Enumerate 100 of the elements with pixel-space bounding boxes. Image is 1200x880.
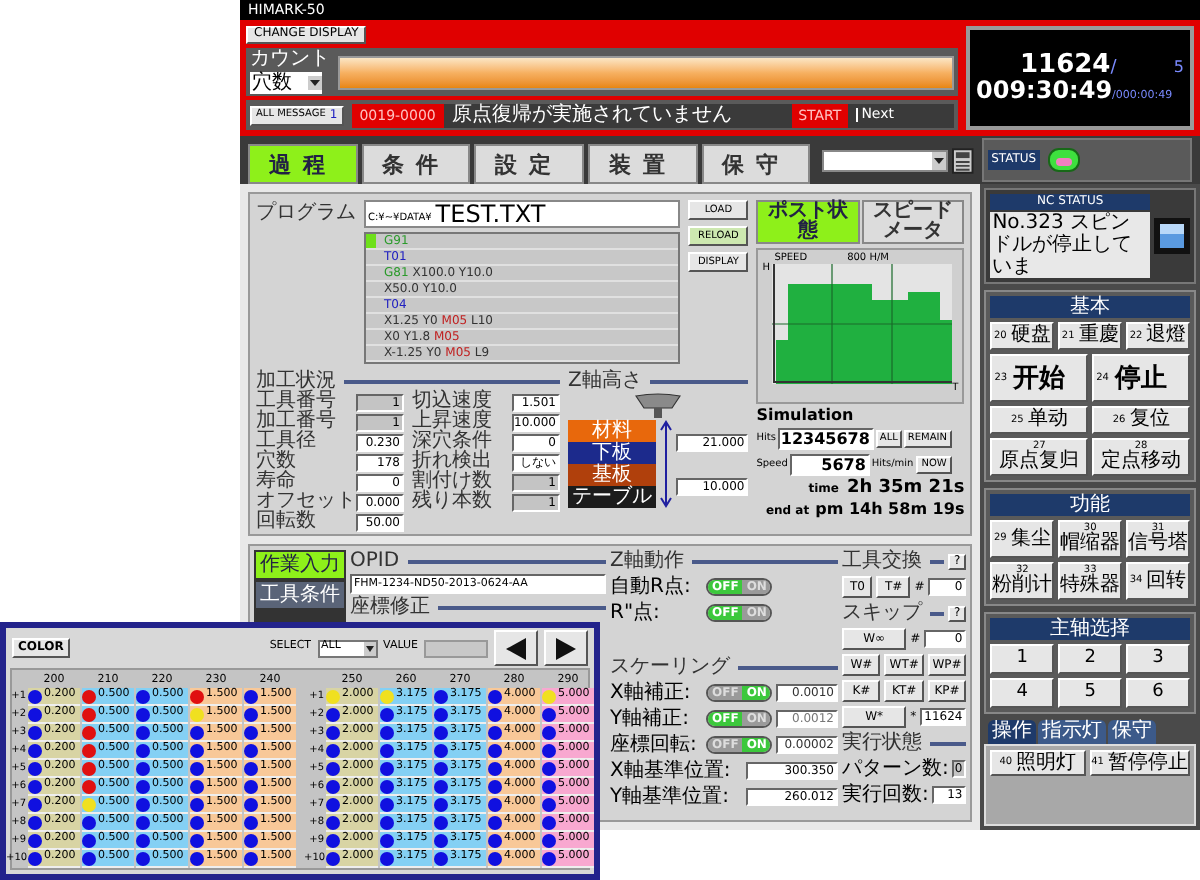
button-label: 单动 [1027, 410, 1068, 430]
calculator-icon[interactable] [951, 147, 974, 173]
spindle-button[interactable]: 2 [1058, 644, 1123, 674]
button-label: 停止 [1114, 365, 1167, 391]
tab[interactable]: 設定 [474, 144, 585, 184]
section-title: 加工状況 [256, 371, 336, 391]
button-label: 暂停停止 [1108, 753, 1188, 773]
section-title: 工具交換 [842, 551, 922, 571]
button-label: 开始 [1013, 365, 1066, 391]
field-label: 回転数 [256, 512, 318, 532]
field-label: X軸補正: [610, 683, 693, 703]
end-time-value: pm 14h 58m 19s [815, 502, 965, 518]
group-title: 基本 [990, 296, 1190, 318]
button-label: 硬盘 [1010, 326, 1051, 346]
field-label: 自動R点: [610, 577, 693, 597]
previous-button[interactable] [494, 630, 538, 666]
button-label: 回转 [1146, 571, 1187, 591]
field-label: 加工番号 [256, 412, 338, 432]
count-separator: / [1110, 60, 1117, 79]
tab[interactable]: スピードメータ [861, 200, 965, 244]
field-label: オフセット [256, 492, 356, 512]
field-label: 残り本数 [412, 492, 494, 512]
section-title: 実行状態 [842, 733, 922, 753]
tab[interactable]: 条件 [361, 144, 471, 184]
count-total: 5 [1173, 60, 1184, 77]
layer-block: テーブル [568, 486, 656, 508]
button-label: 原点复归 [999, 452, 1080, 472]
section-title: スキップ [842, 603, 922, 623]
count-value: 11624 [1020, 52, 1111, 79]
button-label: 重慶 [1078, 326, 1119, 346]
height-arrow-icon [660, 420, 672, 508]
section-title: Z軸高さ [568, 371, 642, 391]
field-label: 寿命 [256, 472, 298, 492]
button-label: 退燈 [1146, 326, 1187, 346]
speed-field: 5678 [789, 454, 870, 476]
button-label: 粉削计 [992, 576, 1053, 596]
field-label: 穴数 [256, 452, 298, 472]
monitor-icon [1154, 218, 1190, 254]
dropdown-icon [308, 76, 322, 91]
field-label: パターン数: [842, 759, 949, 779]
field-label: Y軸補正: [610, 709, 691, 729]
group-title: 主轴选择 [990, 618, 1190, 640]
button-label: 复位 [1129, 410, 1170, 430]
button-label: 帽缩器 [1060, 534, 1121, 554]
spindle-button[interactable]: 3 [1126, 644, 1191, 674]
nc-status-message: No.323 スピンドルが停止していま [990, 212, 1150, 278]
button-label: 信号塔 [1128, 534, 1189, 554]
section-title: スケーリング [610, 657, 730, 677]
group-title: 功能 [990, 494, 1190, 516]
spindle-button[interactable]: 1 [990, 644, 1055, 674]
tab[interactable]: 装置 [588, 144, 698, 184]
section-title: Z軸動作 [610, 551, 684, 571]
side-tab[interactable]: 作業入力 [256, 552, 344, 578]
field-label: Y軸基準位置: [610, 787, 731, 807]
button-label: 特殊器 [1060, 576, 1121, 596]
simulation-title: Simulation [756, 408, 856, 424]
count-label: カウント [250, 50, 330, 71]
field-label: 折れ検出 [412, 452, 494, 472]
status-lamp-icon [1048, 148, 1081, 172]
field-label: 切込速度 [412, 392, 494, 412]
dropdown-field[interactable] [822, 149, 948, 171]
tab[interactable]: 過程 [248, 144, 358, 184]
field-label: X軸基準位置: [610, 761, 733, 781]
spindle-button[interactable]: 4 [990, 678, 1055, 708]
left-triangle-icon [506, 637, 526, 659]
count-select[interactable]: 穴数 [250, 72, 322, 95]
layer-block: 下板 [568, 442, 656, 464]
field-label: 工具径 [256, 432, 318, 452]
dropdown-icon [931, 151, 946, 169]
value-field[interactable] [424, 639, 488, 657]
spindle-button[interactable]: 6 [1126, 678, 1191, 708]
spindle-icon [632, 392, 685, 420]
tab[interactable]: 保守 [1108, 720, 1157, 744]
layer-block: 基板 [568, 464, 656, 486]
button-label: 集尘 [1010, 529, 1051, 549]
field-label: 工具番号 [256, 392, 338, 412]
program-label: プログラム [256, 200, 356, 228]
field-label: 座標回転: [610, 735, 699, 755]
field-label: 割付け数 [412, 472, 494, 492]
run-time: 009:30:49 [976, 78, 1113, 103]
field-label: R"点: [610, 603, 662, 623]
field-label: 実行回数: [842, 785, 929, 805]
section-title: 座標修正 [350, 597, 430, 617]
time-value: 2h 35m 21s [846, 480, 965, 498]
tab[interactable]: 指示灯 [1038, 720, 1107, 744]
section-title: OPID [350, 551, 400, 571]
button-label: 照明灯 [1016, 753, 1077, 773]
side-tab[interactable]: 工具条件 [256, 582, 344, 608]
tab[interactable]: 操作 [988, 720, 1037, 744]
field-label: 上昇速度 [412, 412, 494, 432]
hits-field: 12345678 [777, 428, 874, 450]
layer-block: 材料 [568, 420, 656, 442]
tab[interactable]: 保守 [701, 144, 811, 184]
dropdown-icon [363, 641, 376, 655]
field-label: 深穴条件 [412, 432, 494, 452]
tab[interactable]: ポスト状態 [756, 200, 860, 244]
next-button[interactable] [544, 630, 588, 666]
spindle-button[interactable]: 5 [1058, 678, 1123, 708]
right-triangle-icon [556, 637, 576, 659]
button-label: 定点移动 [1101, 452, 1182, 472]
